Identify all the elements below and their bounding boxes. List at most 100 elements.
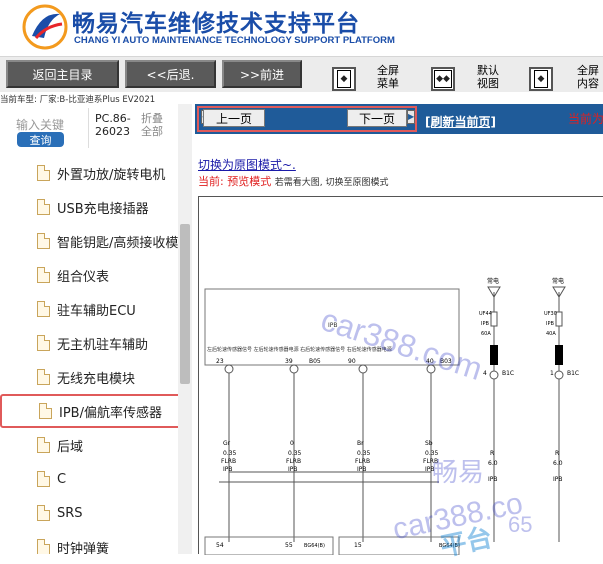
wire-size: 0.35 xyxy=(425,450,439,457)
wire-color: Gr xyxy=(223,440,231,447)
diagram-module-label: IPB xyxy=(328,322,338,329)
document-icon xyxy=(37,165,50,181)
search-button[interactable]: 查询 xyxy=(17,132,64,147)
document-icon xyxy=(37,267,50,283)
sidebar-item[interactable]: 驻车辅助ECU xyxy=(0,292,178,326)
diagram-svg: IPB 左后轮速传感器信号 左后轮速传感器电源 右后轮速传感器信号 右后轮速传感… xyxy=(204,277,579,556)
sidebar-item[interactable]: 无主机驻车辅助 xyxy=(0,326,178,360)
sidebar-item-label: 时钟弹簧 xyxy=(57,541,110,555)
fuse-num: 1 xyxy=(550,370,554,377)
wire-color: Br xyxy=(357,440,364,447)
document-icon xyxy=(37,199,50,215)
wire-size: 6.0 xyxy=(553,460,563,467)
search-input[interactable]: 输入关键 xyxy=(16,116,64,133)
pin-label: BG64(B) xyxy=(304,543,325,549)
fuse-pin: B1C xyxy=(567,370,579,377)
fuse-pin: B1C xyxy=(502,370,514,377)
wire-sys: IPB xyxy=(425,466,435,473)
sidebar-item[interactable]: 外置功放/旋转电机 xyxy=(0,156,178,190)
sidebar-item[interactable]: 组合仪表 xyxy=(0,258,178,292)
fuse-code: UF30 xyxy=(544,311,557,317)
sidebar-item-label: C xyxy=(57,471,67,487)
pin-label: 40 xyxy=(426,358,434,365)
wire-type: FLRB xyxy=(221,458,236,465)
fuse-amp: 60A xyxy=(481,331,491,337)
status-line: 当前: 预览模式 若需看大图, 切换至原图模式 xyxy=(198,173,388,189)
back-to-main-button[interactable]: 返回主目录 xyxy=(6,60,119,88)
app-title: 畅易汽车维修技术支持平台 xyxy=(72,11,360,37)
collapse-all-button[interactable]: 折叠 全部 xyxy=(141,112,163,138)
switch-mode-link[interactable]: 切换为原图模式~. xyxy=(198,156,296,173)
wire-sys: IPB xyxy=(488,476,498,483)
sidebar-item[interactable]: 无线充电模块 xyxy=(0,360,178,394)
next-page-button[interactable]: 下一页 xyxy=(347,109,407,127)
default-view-icon[interactable]: ◆◆ xyxy=(431,67,455,91)
document-icon xyxy=(37,539,50,554)
sidebar-item-label: 后域 xyxy=(57,439,84,455)
wire-sys: IPB xyxy=(223,466,233,473)
scroll-thumb[interactable] xyxy=(180,224,190,384)
prev-page-button[interactable]: 上一页 xyxy=(203,109,265,127)
sidebar-item[interactable]: IPB/偏航率传感器 xyxy=(0,394,182,428)
sidebar-item-label: 外置功放/旋转电机 xyxy=(57,167,166,183)
fuse-amp: 40A xyxy=(546,331,556,337)
sidebar-item-label: IPB/偏航率传感器 xyxy=(59,405,162,421)
document-icon xyxy=(37,471,50,487)
sidebar-item[interactable]: 智能钥匙/高频接收模 xyxy=(0,224,178,258)
forward-button[interactable]: >>前进 xyxy=(222,60,302,88)
document-icon xyxy=(37,505,50,521)
sidebar-item[interactable]: USB充电接插器 xyxy=(0,190,178,224)
logo-icon xyxy=(22,4,68,50)
pin-label: 90 xyxy=(348,358,356,365)
sidebar-item[interactable]: 后域 xyxy=(0,428,178,462)
wire-sys: IPB xyxy=(357,466,367,473)
default-view-label[interactable]: 默认 视图 xyxy=(470,64,506,90)
header: 畅易汽车维修技术支持平台 CHANG YI AUTO MAINTENANCE T… xyxy=(0,0,603,56)
wire-size: 0.35 xyxy=(288,450,302,457)
search-area: 输入关键 查询 PC.86- 26023 折叠 全部 xyxy=(0,104,192,156)
sidebar-item[interactable]: C xyxy=(0,462,178,496)
status-hint: 若需看大图, 切换至原图模式 xyxy=(274,178,389,188)
pin-label: 39 xyxy=(285,358,293,365)
wire-type: FLRB xyxy=(286,458,301,465)
fuse-num: 4 xyxy=(483,370,487,377)
pin-label: 54 xyxy=(216,542,224,549)
wire-size: 0.35 xyxy=(223,450,237,457)
document-icon xyxy=(37,335,50,351)
status-mode: 预览模式 xyxy=(227,175,272,188)
sidebar-item-label: USB充电接插器 xyxy=(57,201,149,217)
full-menu-icon[interactable]: ◆ xyxy=(332,67,356,91)
sidebar-item-label: 无主机驻车辅助 xyxy=(57,337,149,353)
toolbar: 返回主目录 <<后退. >>前进 ◆ ◆◆ ◆ xyxy=(0,56,603,92)
document-icon xyxy=(37,301,50,317)
wire-size: 6.0 xyxy=(488,460,498,467)
wire-color: R xyxy=(555,450,559,457)
sidebar-item[interactable]: SRS xyxy=(0,496,178,530)
sidebar-item[interactable]: 时钟弹簧 xyxy=(0,530,178,554)
wire-color: Sb xyxy=(425,440,433,447)
current-label: 当前为 xyxy=(568,112,603,126)
full-content-label[interactable]: 全屏 内容 xyxy=(570,64,603,90)
fuse-top: 常电 xyxy=(552,277,564,285)
full-menu-label[interactable]: 全屏 菜单 xyxy=(370,64,406,90)
sidebar-item-label: 智能钥匙/高频接收模 xyxy=(57,235,179,251)
sidebar-item-label: 无线充电模块 xyxy=(57,371,136,387)
status-prefix: 当前: xyxy=(198,175,224,188)
next-arrow-icon[interactable]: ▶ xyxy=(407,110,415,124)
pin-label: 23 xyxy=(216,358,224,365)
fuse-sys: IPB xyxy=(481,321,489,327)
document-icon xyxy=(37,233,50,249)
pin-label: B05 xyxy=(309,358,321,365)
fuse-sys: IPB xyxy=(546,321,554,327)
wiring-diagram[interactable]: IPB 左后轮速传感器信号 左后轮速传感器电源 右后轮速传感器信号 右后轮速传感… xyxy=(198,196,603,556)
wire-sys: IPB xyxy=(553,476,563,483)
pin-label: BG64(B) xyxy=(439,543,460,549)
back-button[interactable]: <<后退. xyxy=(125,60,216,88)
pin-label: 55 xyxy=(285,542,293,549)
divider xyxy=(88,108,89,148)
wire-size: 0.35 xyxy=(357,450,371,457)
full-content-icon[interactable]: ◆ xyxy=(529,67,553,91)
refresh-link[interactable]: [刷新当前页] xyxy=(425,113,496,130)
sidebar-item-label: 组合仪表 xyxy=(57,269,110,285)
sidebar: 输入关键 查询 PC.86- 26023 折叠 全部 外置功放/旋转电机 USB充… xyxy=(0,104,192,554)
